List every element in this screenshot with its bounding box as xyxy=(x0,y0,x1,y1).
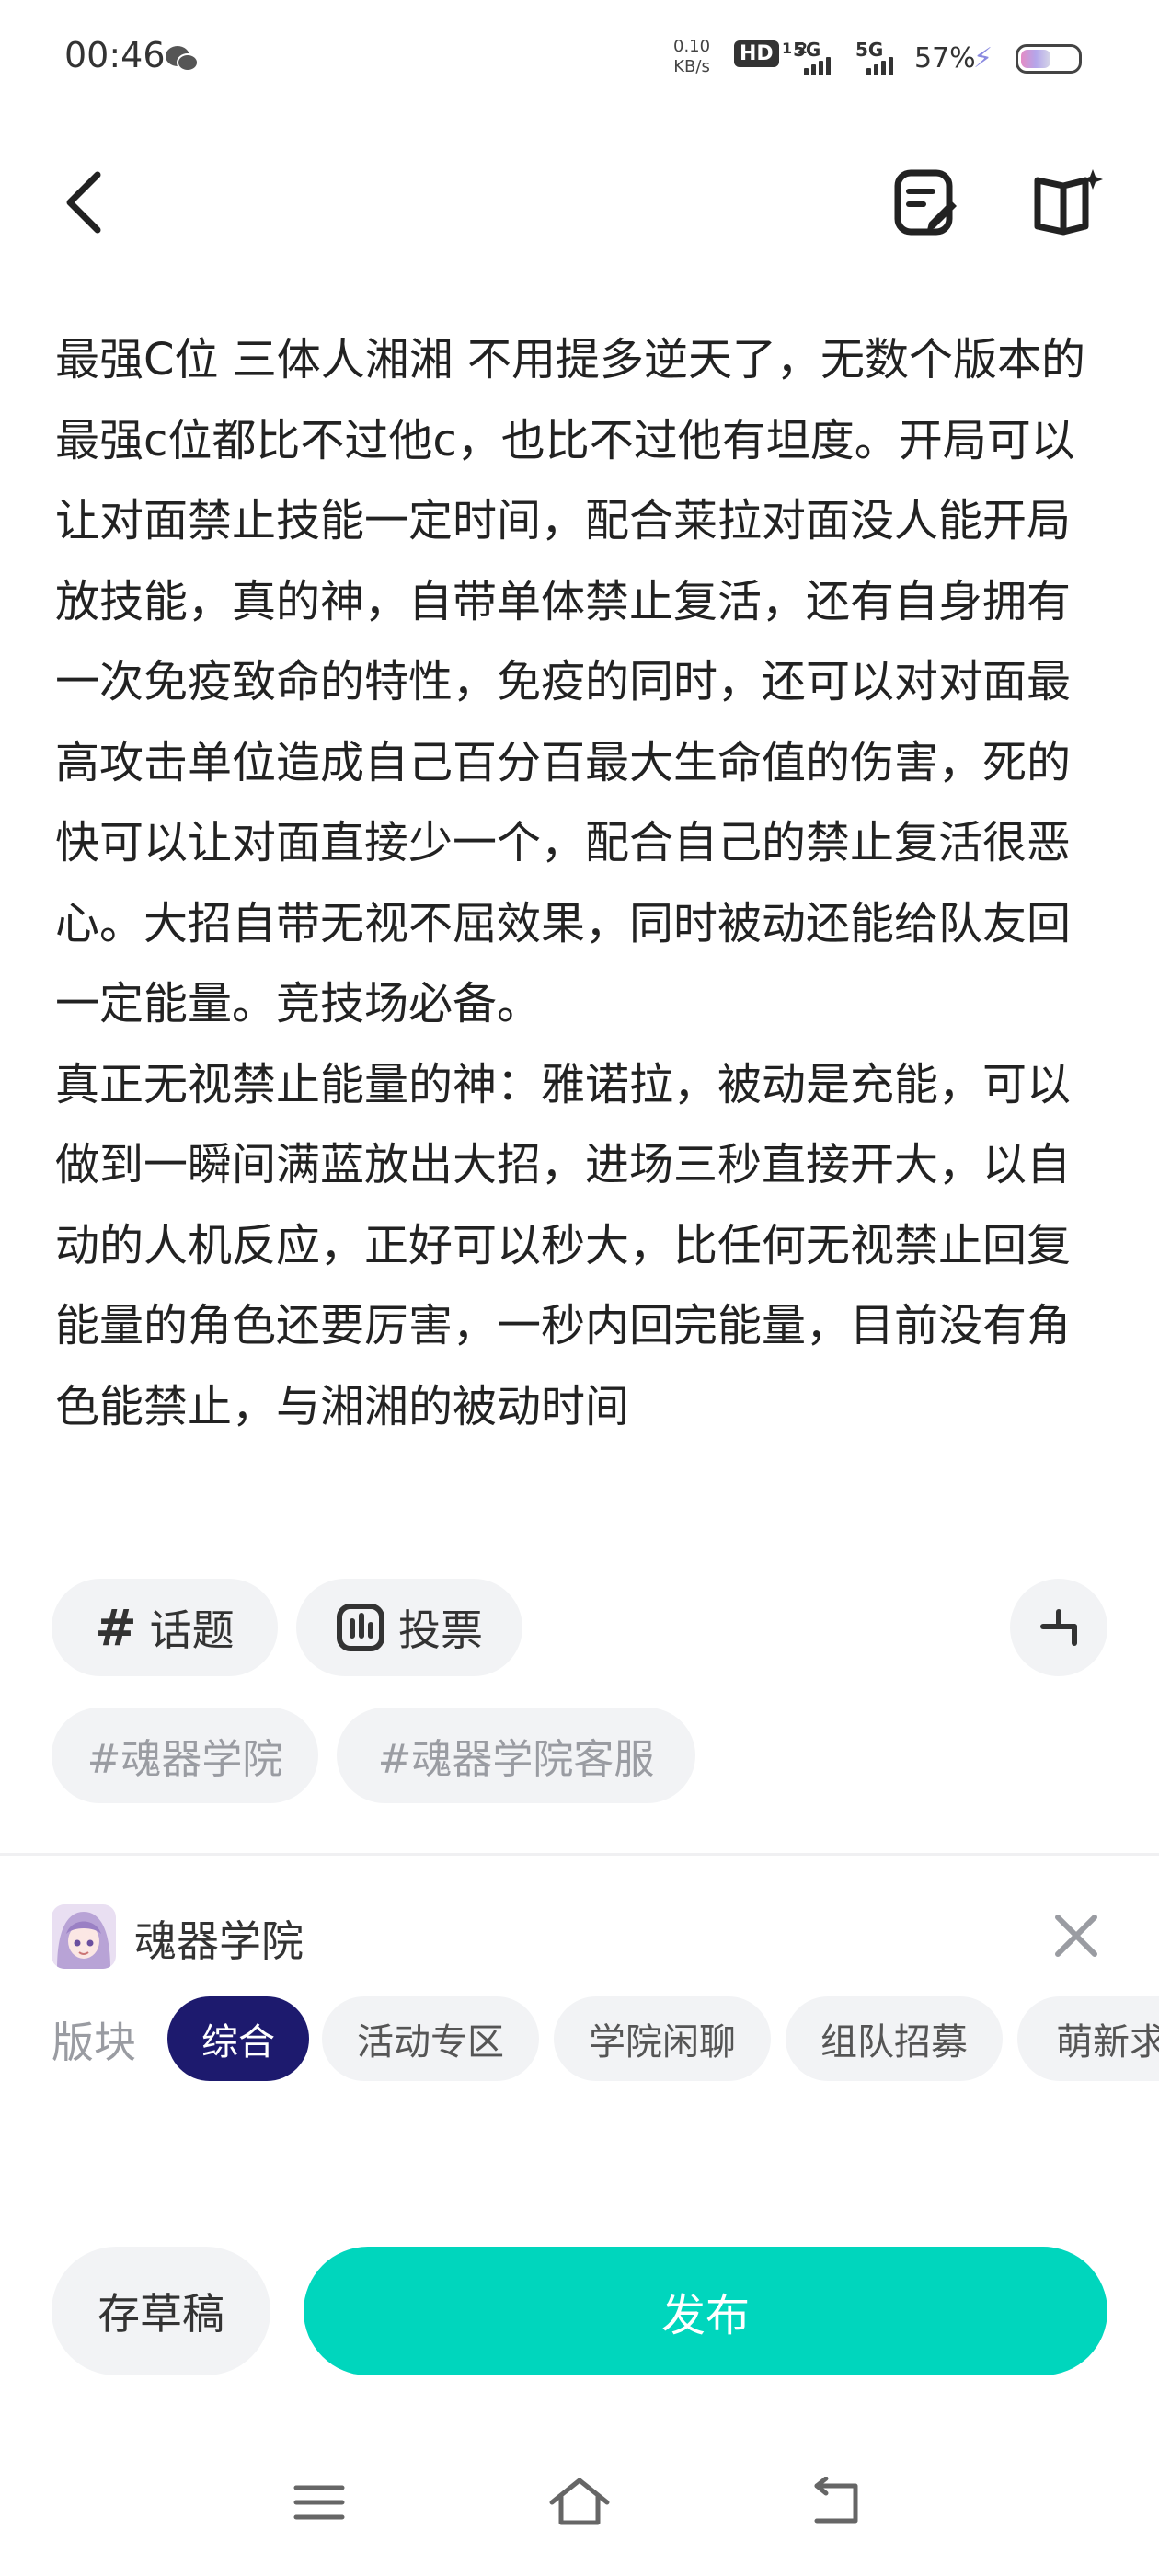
back-nav-icon[interactable] xyxy=(808,2477,865,2528)
battery-icon xyxy=(1016,44,1082,74)
tag-chip[interactable]: #魂器学院 xyxy=(52,1708,318,1803)
section-chip-newbie[interactable]: 萌新求 xyxy=(1017,1996,1159,2081)
community-avatar xyxy=(52,1904,116,1969)
section-chip-events[interactable]: 活动专区 xyxy=(322,1996,539,2081)
topic-button[interactable]: # 话题 xyxy=(52,1579,278,1676)
section-chip-recruit[interactable]: 组队招募 xyxy=(786,1996,1003,2081)
edit-document-icon[interactable] xyxy=(892,166,957,239)
home-icon[interactable] xyxy=(546,2475,613,2528)
wechat-icon xyxy=(166,46,199,72)
status-time: 00:46 xyxy=(64,35,166,75)
vote-button[interactable]: 投票 xyxy=(296,1579,522,1676)
poll-icon xyxy=(337,1604,384,1651)
community-name: 魂器学院 xyxy=(134,1916,304,1966)
expand-tools-button[interactable] xyxy=(1010,1579,1107,1676)
system-nav-bar xyxy=(0,2447,1159,2576)
section-label: 版块 xyxy=(52,2018,136,2067)
menu-icon[interactable] xyxy=(293,2480,346,2524)
tag-chip[interactable]: #魂器学院客服 xyxy=(337,1708,695,1803)
section-chip-chat[interactable]: 学院闲聊 xyxy=(554,1996,771,2081)
network-speed-value: 0.10 xyxy=(673,37,711,56)
status-bar: 00:46 0.10 KB/s HD 1 2 5G 5G 57% ⚡ xyxy=(0,0,1159,120)
publish-button[interactable]: 发布 xyxy=(304,2247,1107,2375)
hashtag-icon: # xyxy=(95,1598,137,1657)
vote-label: 投票 xyxy=(398,1605,483,1655)
signal-icon-1: 5G xyxy=(793,39,848,75)
topic-label: 话题 xyxy=(149,1605,235,1655)
book-sparkle-icon[interactable] xyxy=(1032,166,1106,239)
close-icon[interactable] xyxy=(1049,1908,1104,1963)
charging-bolt-icon: ⚡ xyxy=(973,42,993,75)
battery-percent: 57% xyxy=(914,42,976,75)
signal-label-2: 5G xyxy=(855,39,884,61)
hd-voice-badge: HD xyxy=(734,40,779,67)
plus-corner-icon xyxy=(1040,1609,1077,1646)
save-draft-button[interactable]: 存草稿 xyxy=(52,2247,270,2375)
signal-icon-2: 5G xyxy=(855,39,911,75)
network-speed: 0.10 KB/s xyxy=(673,37,710,77)
post-body-text[interactable]: 最强C位 三体人湘湘 不用提多逆天了，无数个版本的最强c位都比不过他c，也比不过… xyxy=(55,320,1113,1544)
network-speed-unit: KB/s xyxy=(673,57,710,76)
divider xyxy=(0,1853,1159,1856)
battery-level xyxy=(1021,50,1050,68)
signal-label-1: 5G xyxy=(793,39,821,61)
section-chip-general[interactable]: 综合 xyxy=(167,1996,309,2081)
back-arrow-icon[interactable] xyxy=(55,166,110,239)
